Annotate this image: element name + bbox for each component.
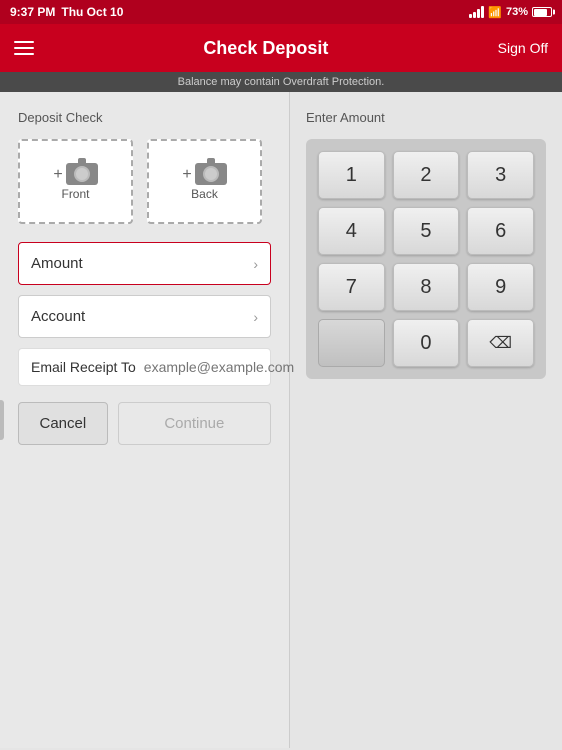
numpad-key-5[interactable]: 5 — [393, 207, 460, 255]
account-label: Account — [31, 308, 85, 325]
main-layout: Deposit Check + Front + — [0, 92, 562, 748]
status-left: 9:37 PM Thu Oct 10 — [10, 5, 123, 19]
sign-off-button[interactable]: Sign Off — [498, 40, 548, 56]
front-camera-trigger: + — [53, 163, 97, 187]
menu-button[interactable] — [14, 41, 34, 55]
back-upload-box[interactable]: + Back — [147, 139, 262, 224]
drag-handle[interactable] — [0, 400, 4, 440]
battery-icon — [532, 7, 552, 17]
enter-amount-title: Enter Amount — [306, 110, 546, 125]
plus-icon: + — [53, 166, 62, 184]
continue-button: Continue — [118, 402, 271, 445]
plus-icon-back: + — [182, 166, 191, 184]
numpad-key-3[interactable]: 3 — [467, 151, 534, 199]
battery-percentage: 73% — [506, 6, 528, 18]
front-label: Front — [61, 187, 89, 201]
numpad-key-0[interactable]: 0 — [393, 319, 460, 367]
camera-icon-front — [66, 163, 98, 185]
deposit-section-title: Deposit Check — [18, 110, 271, 125]
back-camera-trigger: + — [182, 163, 226, 187]
numpad-backspace[interactable]: ⌫ — [467, 319, 534, 367]
amount-chevron-icon: › — [253, 256, 258, 272]
page-title: Check Deposit — [34, 38, 498, 59]
wifi-icon: 📶 — [488, 6, 502, 19]
check-upload-area: + Front + — [18, 139, 271, 224]
front-upload-box[interactable]: + Front — [18, 139, 133, 224]
amount-field[interactable]: Amount › — [18, 242, 271, 285]
numpad-key-9[interactable]: 9 — [467, 263, 534, 311]
header: Check Deposit Sign Off — [0, 24, 562, 72]
numpad-key-7[interactable]: 7 — [318, 263, 385, 311]
account-chevron-icon: › — [253, 309, 258, 325]
numpad: 123 456 7890⌫ — [306, 139, 546, 379]
back-label: Back — [191, 187, 218, 201]
date-display: Thu Oct 10 — [61, 5, 123, 19]
action-buttons: Cancel Continue — [18, 402, 271, 445]
numpad-key-6[interactable]: 6 — [467, 207, 534, 255]
numpad-key-2[interactable]: 2 — [393, 151, 460, 199]
numpad-key-4[interactable]: 4 — [318, 207, 385, 255]
email-label: Email Receipt To — [31, 359, 136, 375]
status-right: 📶 73% — [469, 6, 552, 19]
numpad-grid: 123 456 7890⌫ — [318, 151, 534, 367]
time-display: 9:37 PM — [10, 5, 55, 19]
email-field-row: Email Receipt To — [18, 348, 271, 386]
account-field[interactable]: Account › — [18, 295, 271, 338]
amount-label: Amount — [31, 255, 83, 272]
numpad-empty — [318, 319, 385, 367]
left-panel: Deposit Check + Front + — [0, 92, 290, 748]
numpad-key-8[interactable]: 8 — [393, 263, 460, 311]
numpad-key-1[interactable]: 1 — [318, 151, 385, 199]
email-input[interactable] — [144, 359, 325, 375]
status-bar: 9:37 PM Thu Oct 10 📶 73% — [0, 0, 562, 24]
camera-icon-back — [195, 163, 227, 185]
right-panel: Enter Amount 123 456 7890⌫ — [290, 92, 562, 748]
notice-banner: Balance may contain Overdraft Protection… — [0, 72, 562, 92]
cancel-button[interactable]: Cancel — [18, 402, 108, 445]
signal-icon — [469, 6, 484, 18]
